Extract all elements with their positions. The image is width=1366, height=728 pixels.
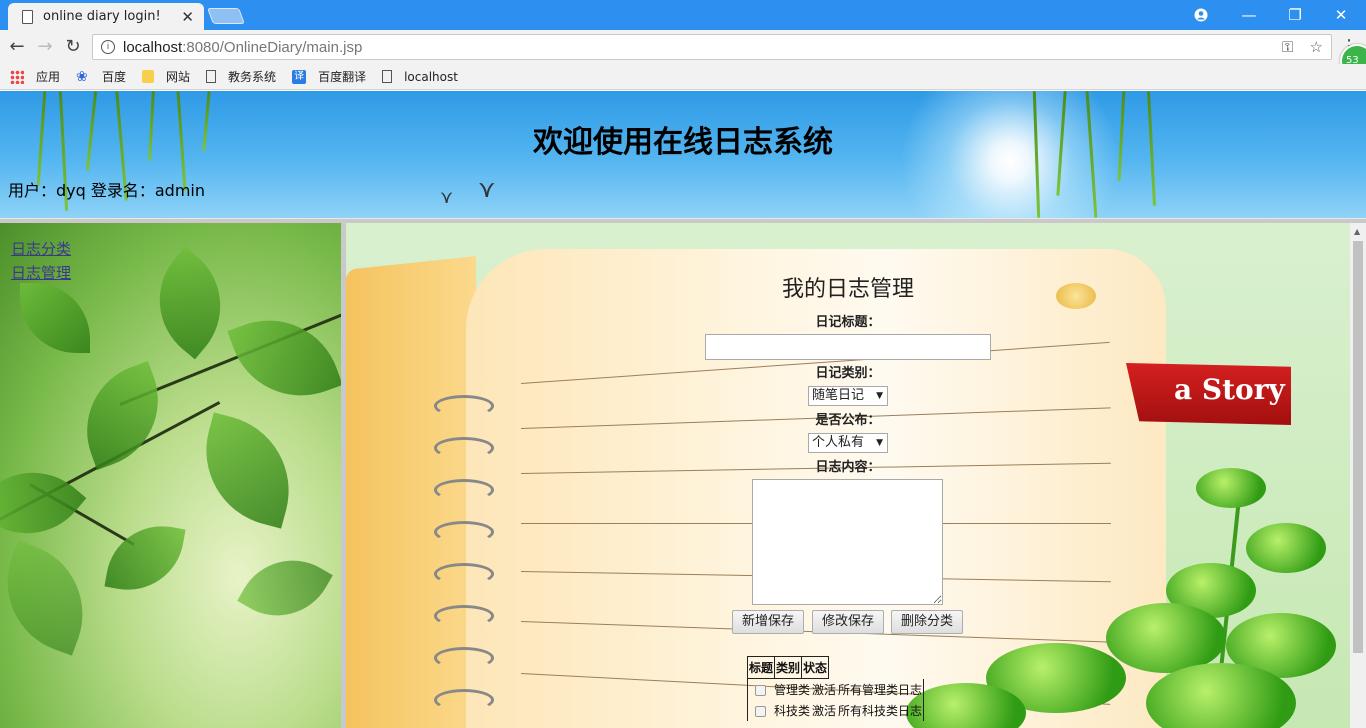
category-select[interactable]: 随笔日记 ▼ — [808, 386, 888, 406]
table-row: 科技类 激活 所有科技类日志 — [748, 700, 924, 721]
folder-icon — [142, 70, 155, 83]
bookmarks-bar: 应用 ❀ 百度 网站 教务系统 译 百度翻译 localhost — [0, 64, 1366, 90]
page-title: 欢迎使用在线日志系统 — [533, 125, 833, 160]
browser-tab[interactable]: online diary login! ✕ — [8, 3, 204, 30]
leaf — [68, 361, 177, 470]
key-icon[interactable]: ⚿ — [1282, 39, 1293, 56]
tab-title: online diary login! — [43, 9, 161, 24]
edit-save-button[interactable]: 修改保存 — [812, 610, 884, 634]
label-diary-category: 日记类别： — [815, 366, 881, 381]
page-icon — [206, 70, 217, 83]
bird-icon: ⋎ — [478, 175, 496, 203]
bookmark-label: 网站 — [166, 70, 191, 84]
star-icon[interactable]: ☆ — [1310, 39, 1323, 56]
bookmark-label: 百度翻译 — [318, 70, 367, 84]
omnibox-actions: ⚿ ☆ — [1282, 38, 1323, 56]
restore-icon[interactable]: ❐ — [1272, 0, 1318, 30]
diary-title-input[interactable] — [705, 334, 991, 360]
bookmark-translate[interactable]: 译 百度翻译 — [292, 68, 366, 85]
url-path: :8080/OnlineDiary/main.jsp — [182, 38, 363, 56]
info-icon[interactable]: i — [101, 40, 115, 54]
close-window-icon[interactable]: ✕ — [1318, 0, 1364, 30]
translate-icon: 译 — [292, 69, 307, 84]
delete-category-button[interactable]: 删除分类 — [891, 610, 963, 634]
bookmark-label: 应用 — [36, 70, 61, 84]
label-diary-title: 日记标题： — [815, 315, 881, 330]
bookmark-label: 教务系统 — [228, 70, 277, 84]
public-select[interactable]: 个人私有 ▼ — [808, 433, 888, 453]
tab-close-icon[interactable]: ✕ — [181, 8, 194, 26]
bookmark-label: localhost — [404, 69, 458, 84]
table-header-cell: 类别 — [774, 656, 803, 679]
table-cell: 科技类 — [774, 704, 811, 718]
left-nav: 日志分类 日志管理 — [11, 237, 71, 285]
page-icon — [382, 70, 393, 83]
table-cell: 所有科技类日志 — [838, 704, 923, 718]
row-checkbox-cell — [748, 679, 774, 700]
bookmark-label: 百度 — [102, 70, 127, 84]
leaf — [0, 446, 87, 560]
back-icon[interactable]: ← — [6, 36, 28, 58]
diary-form: 我的日志管理 日记标题： 日记类别： 随笔日记 ▼ 是否公布： 个人私有 ▼ 日… — [346, 223, 1350, 728]
leaf — [133, 246, 247, 360]
scroll-up-icon[interactable]: ▲ — [1354, 227, 1360, 236]
table-header-cell: 标题 — [746, 656, 776, 679]
new-tab-button[interactable] — [207, 8, 245, 24]
leaf — [104, 517, 186, 599]
user-info: 用户：dyq 登录名：admin — [8, 181, 206, 200]
browser-toolbar: ← → ↻ i localhost:8080/OnlineDiary/main.… — [0, 30, 1366, 64]
nav-link-diary-category[interactable]: 日志分类 — [11, 237, 71, 261]
diary-content-textarea[interactable] — [752, 479, 943, 605]
table-header-cell: 状态 — [801, 656, 830, 679]
apps-grid-icon — [10, 69, 24, 84]
forward-icon[interactable]: → — [34, 36, 56, 58]
leaf — [227, 300, 341, 416]
left-nav-frame: 日志分类 日志管理 — [0, 223, 341, 728]
table-header-row: 标题 类别 状态 — [746, 656, 830, 679]
table-cell: 管理类 — [774, 683, 811, 697]
content-scrollbar[interactable]: ▲ — [1350, 223, 1366, 728]
bookmark-websites[interactable]: 网站 — [142, 68, 190, 85]
reload-icon[interactable]: ↻ — [62, 36, 84, 58]
public-select-value: 个人私有 — [812, 435, 865, 450]
bookmark-localhost[interactable]: localhost — [382, 70, 458, 84]
page-icon — [22, 9, 33, 24]
bookmark-academic[interactable]: 教务系统 — [206, 68, 276, 85]
form-title: 我的日志管理 — [781, 277, 914, 302]
leaf — [0, 540, 103, 656]
category-table: 标题 类别 状态 — [746, 656, 830, 679]
address-bar[interactable]: i localhost:8080/OnlineDiary/main.jsp ⚿ … — [92, 34, 1332, 60]
row-checkbox-cell — [748, 700, 774, 721]
minimize-icon[interactable]: — — [1226, 0, 1272, 30]
chevron-down-icon: ▼ — [876, 438, 883, 448]
row-checkbox[interactable] — [755, 705, 766, 717]
label-public: 是否公布： — [815, 413, 881, 428]
table-cell: 所有管理类日志 — [838, 683, 923, 697]
table-row: 管理类 激活 所有管理类日志 — [748, 679, 924, 700]
table-cell: 激活 — [812, 704, 837, 718]
category-table-body: 管理类 激活 所有管理类日志 科技类 激活 所有科技类日志 — [747, 679, 925, 721]
profile-icon[interactable] — [1178, 0, 1224, 30]
leaf — [20, 283, 90, 353]
label-content: 日志内容： — [815, 460, 881, 475]
add-save-button[interactable]: 新增保存 — [732, 610, 804, 634]
browser-titlebar: online diary login! ✕ — ❐ ✕ — [0, 0, 1366, 30]
leaf — [237, 540, 333, 636]
scrollbar-thumb[interactable] — [1353, 241, 1363, 653]
leaf — [189, 412, 306, 529]
url-host: localhost — [123, 38, 183, 56]
chevron-down-icon: ▼ — [876, 391, 883, 401]
table-cell: 激活 — [812, 683, 837, 697]
bookmark-apps[interactable]: 应用 — [10, 68, 60, 85]
bird-icon: ⋎ — [440, 187, 454, 208]
category-select-value: 随笔日记 — [812, 388, 865, 403]
baidu-paw-icon: ❀ — [76, 68, 88, 85]
nav-link-diary-management[interactable]: 日志管理 — [11, 261, 71, 285]
row-checkbox[interactable] — [755, 684, 766, 696]
bookmark-baidu[interactable]: ❀ 百度 — [76, 68, 126, 85]
page-header: ⋎ ⋎ 欢迎使用在线日志系统 用户：dyq 登录名：admin — [0, 91, 1366, 218]
